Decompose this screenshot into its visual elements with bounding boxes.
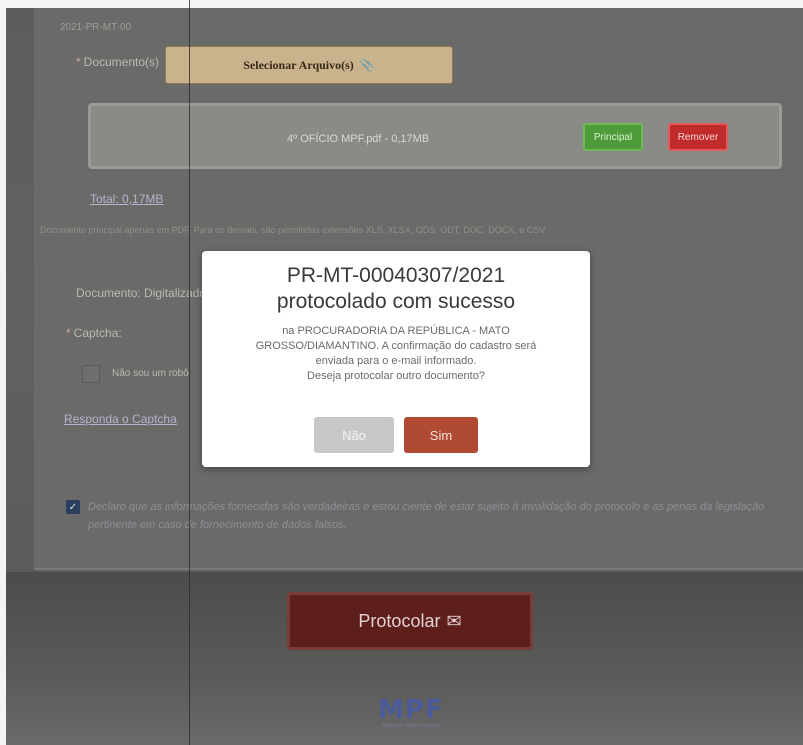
remove-file-button[interactable]: Remover [668,123,728,151]
dialog-body-line: enviada para o e-mail informado. [315,355,477,367]
success-message: protocolado com sucesso [276,290,516,313]
declaration-checkbox[interactable]: ✓ [66,500,80,514]
mpf-logo-text: MPF [378,695,444,725]
protocol-number: PR-MT-00040307/2021 [286,264,506,287]
select-files-label: Selecionar Arquivo(s) [243,57,354,72]
file-name: 4º OFÍCIO MPF.pdf - 0,17MB [287,133,430,145]
uploaded-file-row: 4º OFÍCIO MPF.pdf - 0,17MB Principal Rem… [88,103,782,169]
protocol-icon: ✉ [446,610,462,631]
total-size: Total: 0,17MB [90,192,164,206]
captcha-answer-link[interactable]: Responda o Captcha [64,412,177,426]
success-dialog: PR-MT-00040307/2021 protocolado com suce… [202,251,590,467]
no-button[interactable]: Não [314,417,394,453]
paperclip-icon: 📎 [359,57,375,72]
dialog-body-line: na PROCURADORIA DA REPÚBLICA - MATO [282,325,510,337]
scan-fold-line [189,0,190,745]
recaptcha-checkbox[interactable] [82,365,100,383]
dialog-body-line: GROSSO/DIAMANTINO. A confirmação do cada… [255,340,537,352]
dialog-title: PR-MT-00040307/2021 protocolado com suce… [202,263,590,315]
declaration-text: Declaro que as informações fornecidas sã… [88,501,765,531]
documents-label: * Documento(s) [76,55,160,69]
captcha-label: * Captcha: [66,326,122,340]
mpf-logo: MPF Ministério Público Federal [366,695,456,735]
yes-button[interactable]: Sim [404,417,478,453]
file-type-note: Documento principal apenas em PDF. Para … [40,225,547,235]
principal-button[interactable]: Principal [583,123,643,151]
recaptcha-label: Não sou um robô [112,368,189,379]
dialog-question: Deseja protocolar outro documento? [307,370,485,382]
form-id-label: 2021-PR-MT-00 [60,22,132,33]
protocolar-button[interactable]: Protocolar ✉ [287,592,533,650]
dialog-body: na PROCURADORIA DA REPÚBLICA - MATO GROS… [236,324,556,384]
check-icon: ✓ [68,501,78,513]
protocolar-label: Protocolar [358,610,441,631]
document-type-label: Documento: Digitalizado [76,286,207,300]
select-files-button[interactable]: Selecionar Arquivo(s) 📎 [165,46,453,84]
